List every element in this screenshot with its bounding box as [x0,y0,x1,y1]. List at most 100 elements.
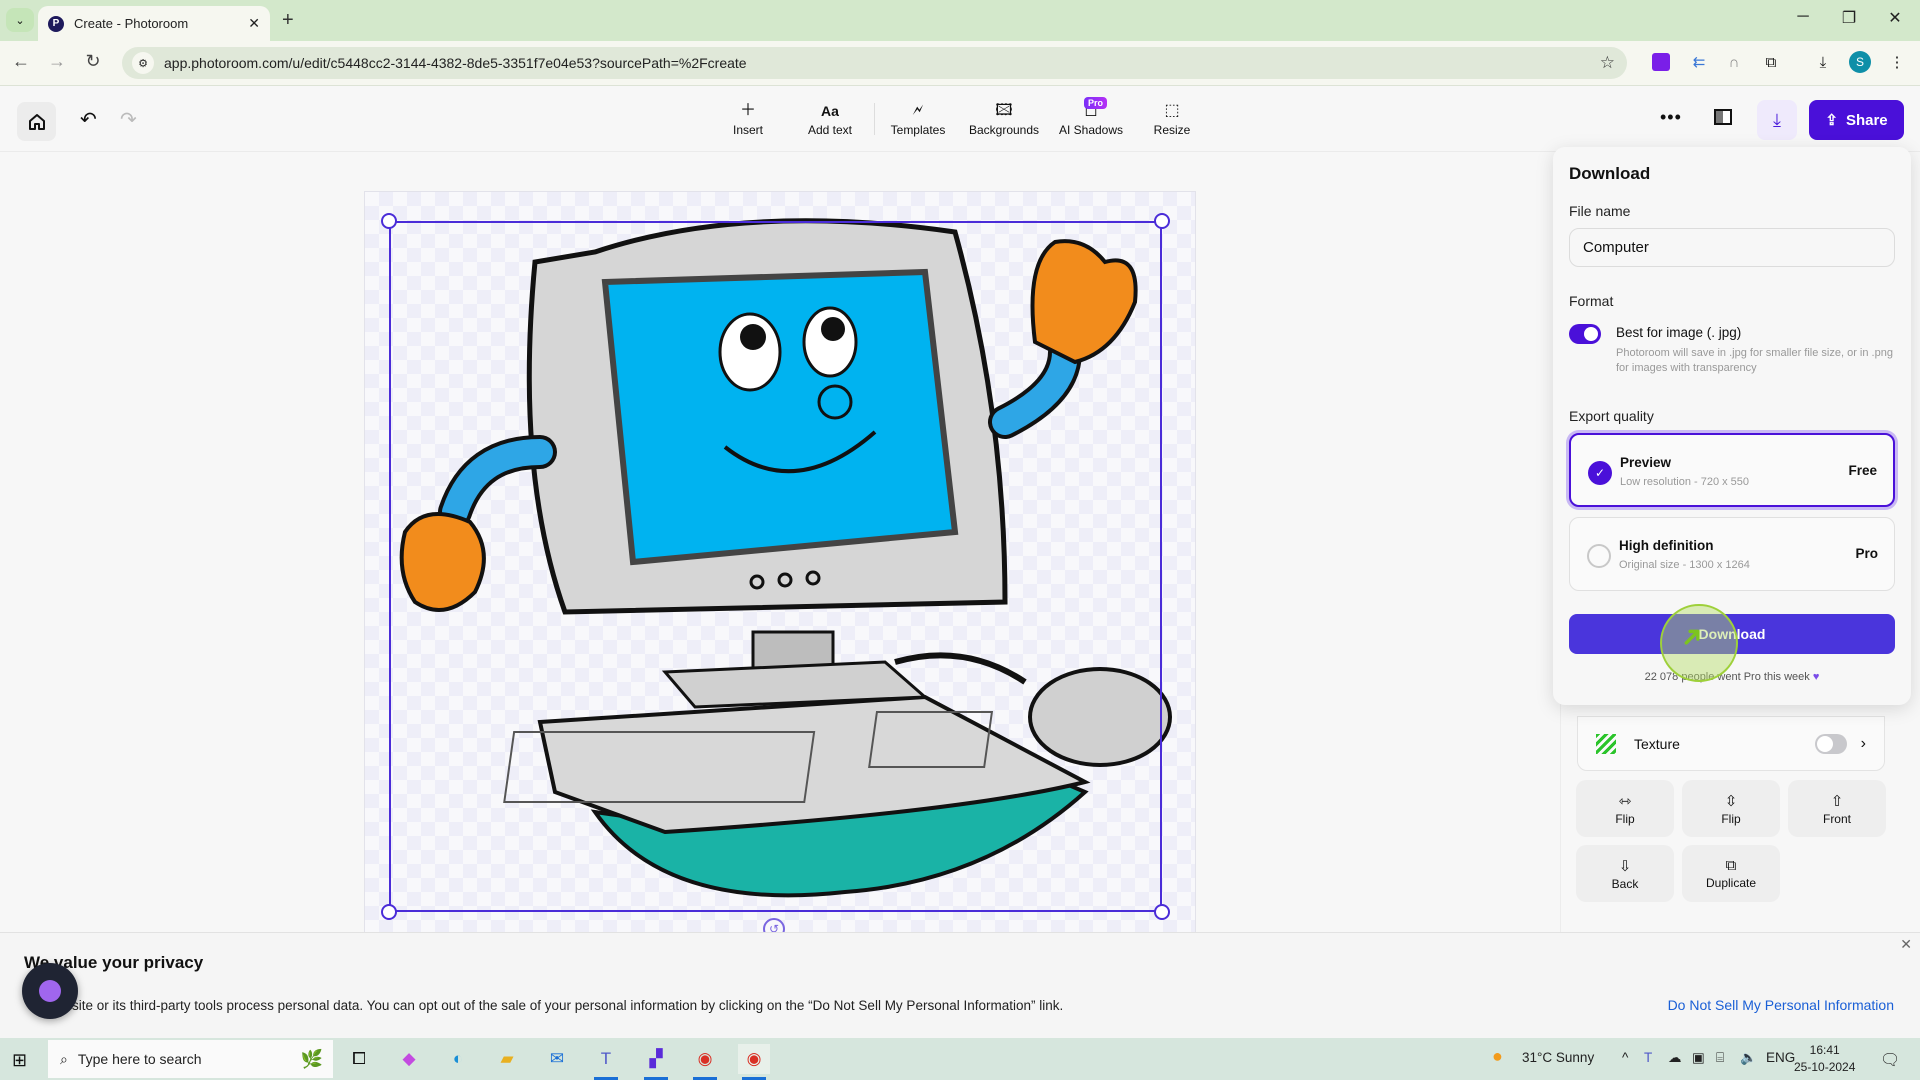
resize-button[interactable]: ⬚ Resize [1152,101,1192,137]
texture-row[interactable]: Texture › [1577,716,1885,771]
templates-button[interactable]: 🗲 Templates [888,101,948,137]
ai-shadows-button[interactable]: ◻ Pro AI Shadows [1058,97,1124,137]
toolbar-divider [874,103,875,135]
chrome-profile-s-icon[interactable]: ◉ [738,1044,770,1080]
texture-label: Texture [1634,735,1680,752]
tab-title: Create - Photoroom [74,16,189,31]
close-window-button[interactable]: ✕ [1880,8,1910,28]
notifications-icon[interactable]: 🗨 [1880,1050,1900,1070]
downloads-icon[interactable]: ⤓ [1812,51,1834,73]
quality-option-preview[interactable]: ✓ Preview Low resolution - 720 x 550 Fre… [1569,433,1895,507]
editor-header: ↶ ↷ ＋ Insert Aa Add text 🗲 Templates 🖾 B… [0,87,1920,152]
share-icon: ⇪ [1825,112,1838,129]
browser-menu-icon[interactable]: ⋮ [1886,51,1908,73]
compare-view-button[interactable] [1714,109,1732,125]
heart-icon: ♥ [1812,671,1820,683]
address-bar[interactable]: ⚙ app.photoroom.com/u/edit/c5448cc2-3144… [122,47,1627,79]
windows-start-icon[interactable]: ⊞ [12,1050,27,1071]
do-not-sell-link[interactable]: Do Not Sell My Personal Information [1668,997,1894,1013]
price-badge: Pro [1855,546,1878,561]
format-option-label: Best for image (. jpg) [1616,325,1742,340]
resize-handle-bottom-left[interactable] [381,904,397,920]
undo-button[interactable]: ↶ [80,107,97,132]
pro-badge: Pro [1084,97,1108,109]
flip-vertical-button[interactable]: ⇳ Flip [1682,780,1780,837]
new-tab-button[interactable]: + [282,9,294,32]
forward-button[interactable]: → [44,51,70,72]
format-description: Photoroom will save in .jpg for smaller … [1616,347,1893,374]
browser-toolbar: ← → ↻ ⚙ app.photoroom.com/u/edit/c5448cc… [0,41,1920,86]
assistant-button[interactable] [22,963,78,1019]
mail-icon[interactable]: ✉ [541,1044,573,1074]
edge-icon[interactable]: ◐ [442,1044,474,1074]
format-toggle[interactable] [1569,324,1601,344]
export-quality-label: Export quality [1569,408,1654,424]
quality-option-high-definition[interactable]: High definition Original size - 1300 x 1… [1569,517,1895,591]
home-icon [28,113,45,130]
chevron-right-icon[interactable]: › [1861,735,1866,753]
flip-horizontal-button[interactable]: ⇿ Flip [1576,780,1674,837]
extension-icon-2[interactable]: ⇇ [1688,51,1710,73]
bring-front-icon: ⇧ [1830,792,1844,810]
resize-handle-bottom-right[interactable] [1154,904,1170,920]
extensions-puzzle-icon[interactable]: ⧉ [1760,51,1782,73]
format-label: Format [1569,293,1614,309]
url-text: app.photoroom.com/u/edit/c5448cc2-3144-4… [164,55,747,71]
taskbar-search[interactable]: ⌕ Type here to search 🌿 [48,1040,333,1078]
teams-tray-icon[interactable]: T [1644,1050,1652,1065]
volume-icon[interactable]: 🔈 [1740,1050,1757,1066]
more-options-button[interactable]: ••• [1660,107,1682,128]
file-name-input[interactable] [1569,228,1895,267]
teams-icon[interactable]: T [590,1044,622,1080]
browser-tab-strip: ⌄ P Create - Photoroom ✕ + ─ ❐ ✕ [0,0,1920,41]
resize-handle-top-right[interactable] [1154,213,1170,229]
file-explorer-icon[interactable]: ▰ [491,1044,523,1074]
back-button[interactable]: ← [8,51,34,72]
camera-icon[interactable]: ▣ [1692,1050,1705,1066]
price-badge: Free [1848,463,1877,478]
photoroom-app-icon[interactable]: ▞ [640,1044,672,1080]
network-icon[interactable]: ⌸ [1716,1050,1724,1066]
weather-text[interactable]: 31°C Sunny [1522,1050,1594,1065]
send-back-button[interactable]: ⇩ Back [1576,845,1674,902]
tray-overflow-icon[interactable]: ^ [1622,1050,1628,1065]
clock[interactable]: 16:41 25-10-2024 [1794,1042,1855,1076]
close-icon[interactable]: ✕ [1900,936,1912,953]
onedrive-icon[interactable]: ☁ [1668,1050,1682,1066]
insert-button[interactable]: ＋ Insert [730,101,766,137]
chrome-profile-a-icon[interactable]: ◉ [689,1044,721,1080]
flip-horizontal-icon: ⇿ [1618,792,1632,810]
backgrounds-button[interactable]: 🖾 Backgrounds [967,101,1041,137]
backgrounds-icon: 🖾 [995,102,1013,119]
add-text-button[interactable]: Aa Add text [805,101,855,137]
redo-button[interactable]: ↷ [120,107,137,132]
search-highlight-icon: 🌿 [300,1048,323,1069]
duplicate-button[interactable]: ⧉ Duplicate [1682,845,1780,902]
file-name-label: File name [1569,203,1631,219]
browser-tab[interactable]: P Create - Photoroom ✕ [38,6,270,41]
task-view-icon[interactable]: ⧠ [343,1044,375,1074]
pro-promo-text: 22 078 people went Pro this week ♥ [1644,671,1820,683]
weather-icon: ● [1492,1046,1503,1066]
bring-front-button[interactable]: ⇧ Front [1788,780,1886,837]
extension-icon-1[interactable] [1652,53,1670,71]
download-toggle-button[interactable]: ⤓ [1757,100,1797,140]
resize-handle-top-left[interactable] [381,213,397,229]
close-tab-icon[interactable]: ✕ [248,15,260,32]
selection-box[interactable] [389,221,1162,912]
bookmark-star-icon[interactable]: ☆ [1600,53,1615,73]
site-info-icon[interactable]: ⚙ [132,52,154,74]
photoroom-favicon: P [48,15,64,32]
minimize-button[interactable]: ─ [1788,8,1818,26]
language-indicator[interactable]: ENG [1766,1050,1795,1065]
tab-search-button[interactable]: ⌄ [6,8,34,32]
reload-button[interactable]: ↻ [80,51,106,72]
extension-icon-3[interactable]: ∩ [1723,51,1745,73]
restore-button[interactable]: ❐ [1834,8,1864,28]
home-button[interactable] [17,102,56,141]
copilot-icon[interactable]: ◆ [393,1044,425,1074]
texture-toggle[interactable] [1814,733,1847,754]
profile-avatar[interactable]: S [1849,51,1871,73]
duplicate-icon: ⧉ [1725,857,1737,874]
share-button[interactable]: ⇪ Share [1809,100,1904,140]
